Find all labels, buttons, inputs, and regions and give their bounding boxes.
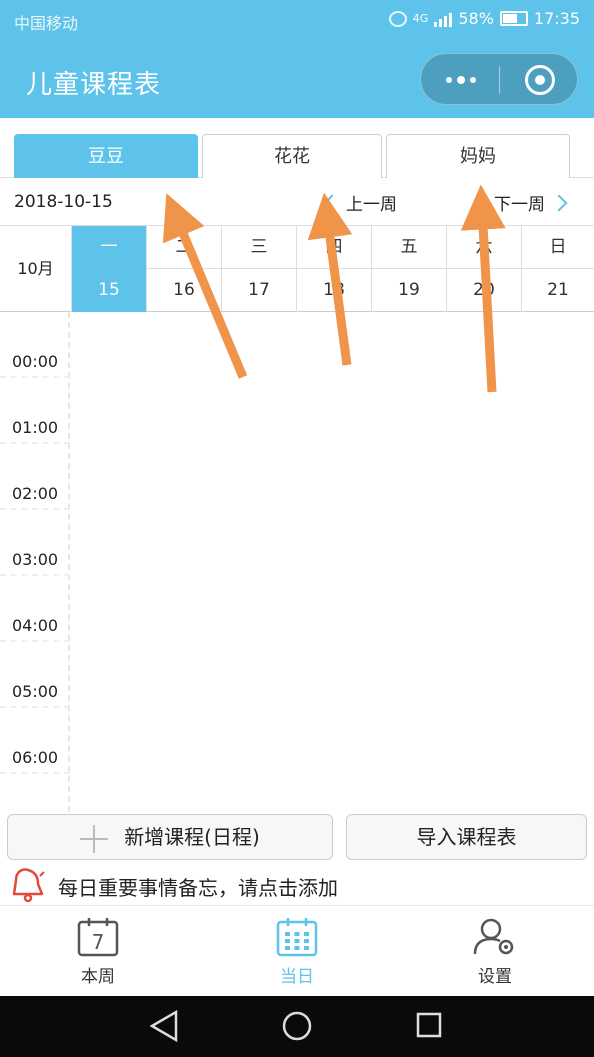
weekday-label: 三 xyxy=(222,226,296,269)
tabbar-item-week[interactable]: 7 本周 xyxy=(38,916,158,992)
current-date: 2018-10-15 xyxy=(14,192,113,212)
weekday-label: 四 xyxy=(297,226,371,269)
calendar-badge: 7 xyxy=(92,930,105,954)
time-row: 05:00 xyxy=(0,642,70,708)
home-icon[interactable] xyxy=(282,1011,312,1041)
weekday-label: 二 xyxy=(147,226,221,269)
child-tabs: 豆豆 花花 妈妈 xyxy=(0,118,594,178)
status-right: 4G 58% 17:35 xyxy=(388,9,580,28)
day-number: 21 xyxy=(547,280,569,300)
tabbar-item-settings[interactable]: 设置 xyxy=(435,916,555,992)
bell-icon xyxy=(12,868,45,903)
time-row: 04:00 xyxy=(0,576,70,642)
battery-icon xyxy=(499,11,528,26)
tabbar-label: 本周 xyxy=(81,967,115,987)
prev-week-label: 上一周 xyxy=(346,195,397,215)
status-time: 17:35 xyxy=(533,9,580,28)
calendar-7-icon: 7 xyxy=(77,918,119,957)
weekday-label: 日 xyxy=(522,226,594,269)
time-row: 06:00 xyxy=(0,708,70,774)
next-week-button[interactable]: 下一周 xyxy=(494,190,571,215)
day-number: 20 xyxy=(473,280,495,300)
battery-percent: 58% xyxy=(458,9,494,28)
signal-icon xyxy=(434,11,453,27)
tabbar-label: 当日 xyxy=(280,967,314,987)
app-header: 中国移动 4G 58% 17:35 儿童课程表 xyxy=(0,0,594,118)
day-column-wed[interactable]: 三 17 xyxy=(222,226,297,312)
month-label: 10月 xyxy=(0,226,72,312)
chevron-right-icon xyxy=(550,194,568,211)
time-label: 00:00 xyxy=(12,352,59,371)
plus-icon xyxy=(80,824,109,853)
capsule-divider xyxy=(499,66,500,94)
import-schedule-label: 导入课程表 xyxy=(416,825,517,849)
dot-icon xyxy=(470,77,476,83)
tabbar-label: 设置 xyxy=(478,967,512,987)
tab-mama[interactable]: 妈妈 xyxy=(386,134,570,178)
dot-icon xyxy=(457,76,465,84)
time-label: 06:00 xyxy=(12,748,59,767)
weekday-label: 一 xyxy=(72,226,146,269)
day-column-fri[interactable]: 五 19 xyxy=(372,226,447,312)
import-schedule-button[interactable]: 导入课程表 xyxy=(346,814,587,860)
android-nav-bar xyxy=(0,996,594,1057)
calendar-grid-icon xyxy=(276,918,318,957)
day-number: 19 xyxy=(398,280,420,300)
miniprogram-capsule xyxy=(420,53,578,105)
next-week-label: 下一周 xyxy=(494,195,545,215)
week-day-header: 10月 一 15 二 16 三 17 四 18 五 19 六 20 日 21 xyxy=(0,226,594,312)
day-column-thu[interactable]: 四 18 xyxy=(297,226,372,312)
time-grid[interactable]: 00:00 01:00 02:00 03:00 04:00 05:00 06:0… xyxy=(0,312,594,812)
prev-week-button[interactable]: 上一周 xyxy=(320,190,397,215)
memo-text: 每日重要事情备忘，请点击添加 xyxy=(58,876,338,900)
time-label: 04:00 xyxy=(12,616,59,635)
day-number: 15 xyxy=(72,269,146,312)
time-label: 03:00 xyxy=(12,550,59,569)
weekday-label: 五 xyxy=(372,226,446,269)
tab-doudou[interactable]: 豆豆 xyxy=(14,134,198,178)
day-column-sat[interactable]: 六 20 xyxy=(447,226,522,312)
close-miniprogram-button[interactable] xyxy=(525,65,555,95)
add-course-label: 新增课程(日程) xyxy=(124,825,260,849)
tabbar-item-today[interactable]: 当日 xyxy=(237,916,357,992)
time-label: 02:00 xyxy=(12,484,59,503)
time-label: 01:00 xyxy=(12,418,59,437)
bottom-tab-bar: 7 本周 当日 设置 xyxy=(0,906,594,996)
add-course-button[interactable]: 新增课程(日程) xyxy=(7,814,333,860)
nav-buttons xyxy=(149,1009,442,1043)
dot-icon xyxy=(446,77,452,83)
day-number: 18 xyxy=(323,280,345,300)
day-column-mon[interactable]: 一 15 xyxy=(72,226,147,312)
week-navigation: 2018-10-15 上一周 下一周 xyxy=(0,178,594,226)
day-column-tue[interactable]: 二 16 xyxy=(147,226,222,312)
time-row: 03:00 xyxy=(0,510,70,576)
chevron-left-icon xyxy=(323,194,341,211)
time-label: 05:00 xyxy=(12,682,59,701)
day-number: 16 xyxy=(173,280,195,300)
status-bar: 中国移动 4G 58% 17:35 xyxy=(0,0,594,40)
day-number: 17 xyxy=(248,280,270,300)
time-column: 00:00 01:00 02:00 03:00 04:00 05:00 06:0… xyxy=(0,312,70,812)
recents-icon[interactable] xyxy=(416,1012,442,1038)
app-title: 儿童课程表 xyxy=(26,70,162,100)
tab-huahua[interactable]: 花花 xyxy=(202,134,382,178)
data-saver-icon xyxy=(388,10,407,27)
user-settings-icon xyxy=(473,918,514,955)
carrier-name: 中国移动 xyxy=(14,14,79,33)
network-type: 4G xyxy=(412,12,429,25)
action-bar: 新增课程(日程) 导入课程表 xyxy=(0,812,594,864)
back-icon[interactable] xyxy=(149,1009,178,1043)
time-row: 02:00 xyxy=(0,444,70,510)
time-row: 00:00 xyxy=(0,312,70,378)
daily-memo-bar[interactable]: 每日重要事情备忘，请点击添加 xyxy=(0,864,594,906)
day-column-sun[interactable]: 日 21 xyxy=(522,226,594,312)
time-row: 01:00 xyxy=(0,378,70,444)
more-menu-button[interactable] xyxy=(441,70,481,90)
weekday-label: 六 xyxy=(447,226,521,269)
